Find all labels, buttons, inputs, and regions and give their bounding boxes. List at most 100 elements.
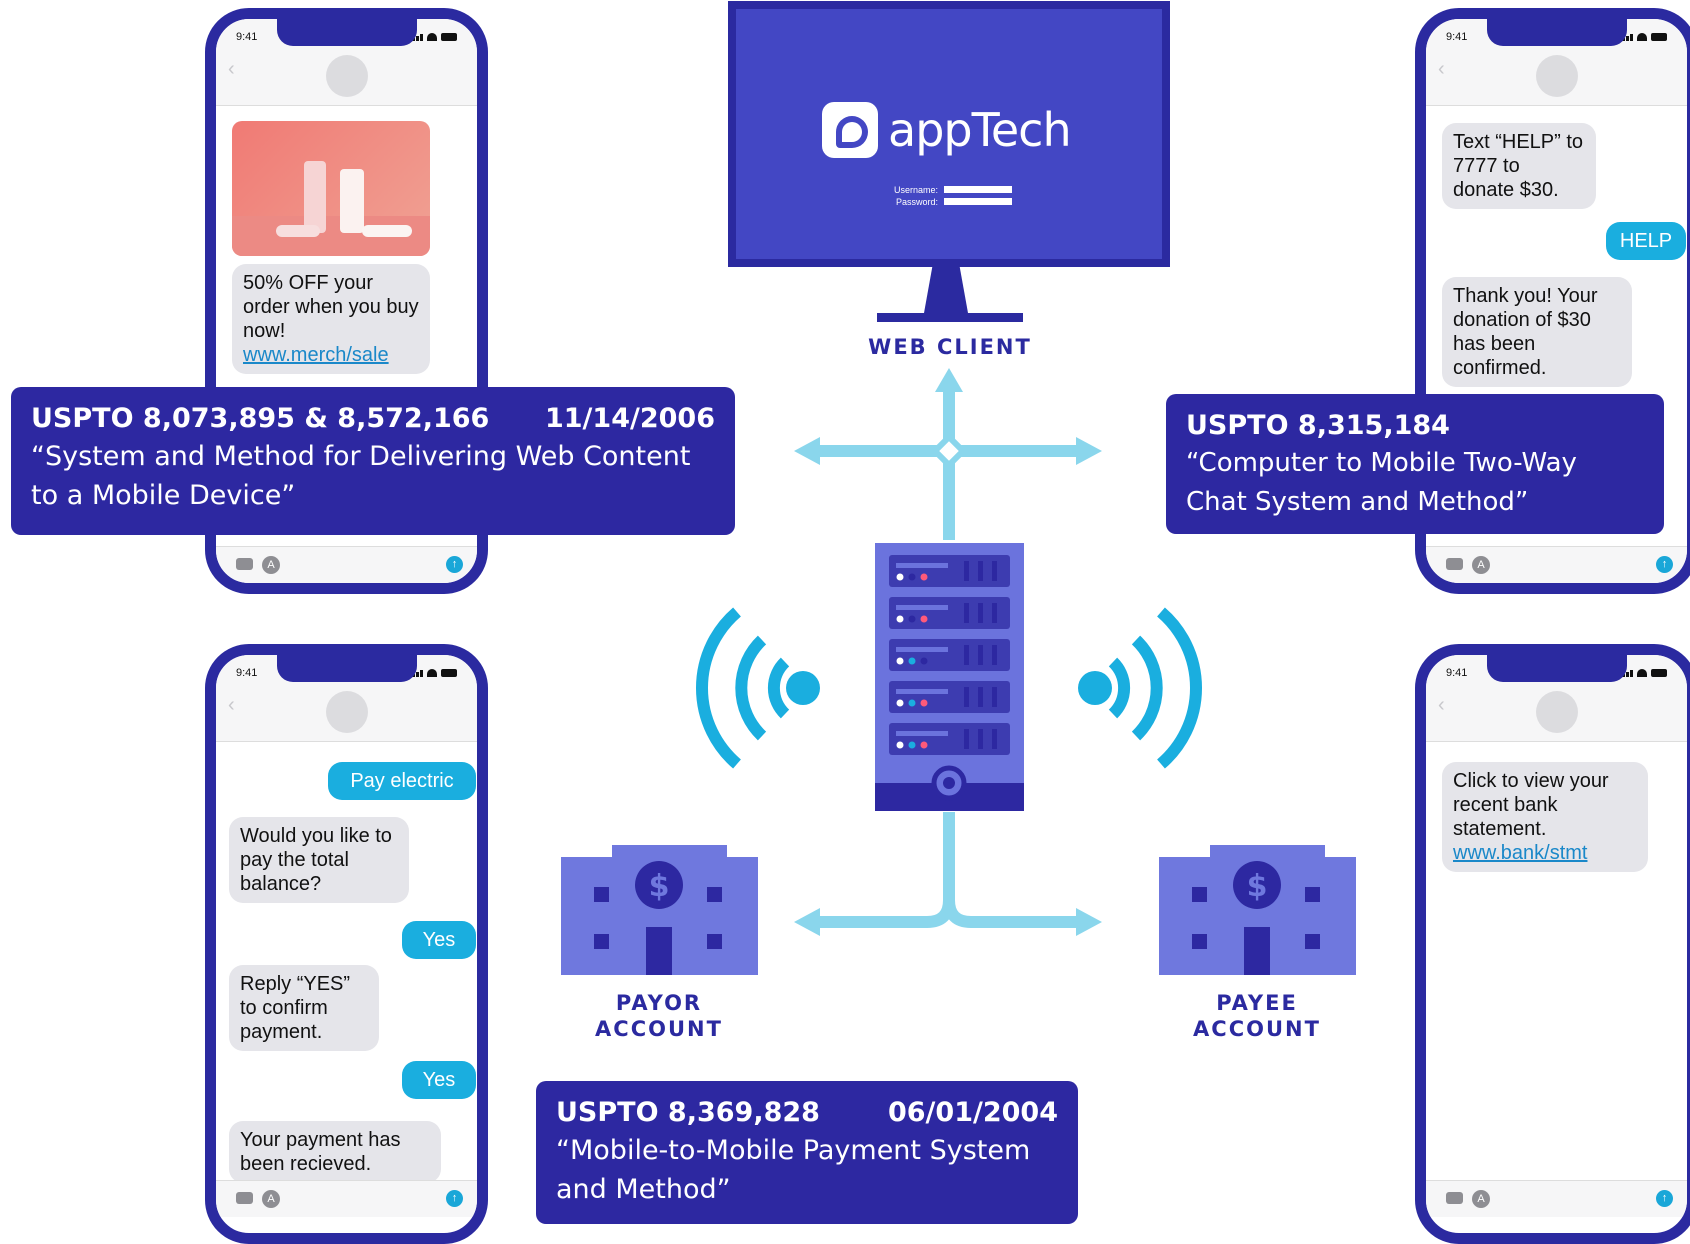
patent-number: USPTO 8,315,184 bbox=[1186, 410, 1450, 441]
product-image bbox=[232, 121, 430, 256]
status-icons bbox=[1622, 33, 1667, 41]
patent-box-chat: USPTO 8,315,184 “Computer to Mobile Two-… bbox=[1166, 394, 1664, 534]
send-arrow-icon[interactable]: ↑ bbox=[1656, 556, 1673, 573]
password-label: Password: bbox=[895, 197, 938, 207]
app-store-icon[interactable]: A bbox=[262, 556, 280, 574]
patent-title: “Mobile-to-Mobile Payment System and Met… bbox=[556, 1135, 1031, 1205]
server-unit-bar bbox=[896, 563, 948, 568]
server-led bbox=[920, 615, 928, 623]
server-led bbox=[896, 615, 904, 623]
back-chevron-icon[interactable]: ‹ bbox=[228, 695, 235, 715]
server-led bbox=[908, 657, 916, 665]
server-vent bbox=[964, 561, 969, 581]
status-icons bbox=[412, 33, 457, 41]
server-vent bbox=[992, 561, 997, 581]
back-chevron-icon[interactable]: ‹ bbox=[1438, 695, 1445, 715]
monitor-icon bbox=[728, 1, 1170, 322]
server-vent bbox=[964, 729, 969, 749]
back-chevron-icon[interactable]: ‹ bbox=[1438, 59, 1445, 79]
server-vent bbox=[992, 603, 997, 623]
merch-sale-link[interactable]: www.merch/sale bbox=[243, 344, 389, 366]
payee-account-label: PAYEE ACCOUNT bbox=[1157, 990, 1357, 1042]
server-unit bbox=[889, 597, 1010, 629]
patent-number: USPTO 8,073,895 & 8,572,166 bbox=[31, 403, 490, 434]
server-unit bbox=[889, 681, 1010, 713]
payee-dollar-sign: $ bbox=[1247, 869, 1268, 904]
server-unit-bar bbox=[896, 647, 948, 652]
promo-message-bubble: 50% OFF your order when you buy now! www… bbox=[232, 264, 430, 374]
password-field[interactable] bbox=[944, 198, 1012, 205]
contact-avatar bbox=[1535, 691, 1578, 733]
payor-account-label: PAYOR ACCOUNT bbox=[559, 990, 759, 1042]
server-vent bbox=[964, 687, 969, 707]
phone-notch bbox=[1486, 19, 1627, 46]
help-reply-bubble: HELP bbox=[1606, 222, 1686, 260]
message-compose-bar: A ↑ bbox=[216, 1180, 477, 1217]
pay-electric-bubble: Pay electric bbox=[328, 762, 476, 800]
server-led bbox=[920, 657, 928, 665]
server-unit-bar bbox=[896, 605, 948, 610]
app-store-icon[interactable]: A bbox=[1472, 556, 1490, 574]
payee-label-line1: PAYEE bbox=[1216, 991, 1298, 1015]
payee-label-line2: ACCOUNT bbox=[1193, 1017, 1321, 1041]
patent-box-web-content: USPTO 8,073,895 & 8,572,166 11/14/2006 “… bbox=[11, 387, 735, 535]
server-led bbox=[896, 699, 904, 707]
status-time: 9:41 bbox=[1446, 31, 1468, 43]
server-led bbox=[908, 699, 916, 707]
server-icon bbox=[875, 543, 1024, 811]
apptech-logo-icon bbox=[822, 102, 878, 158]
camera-icon[interactable] bbox=[1446, 1192, 1463, 1204]
wifi-signal-left-icon bbox=[696, 607, 820, 769]
payment-received-bubble: Your payment has been recieved. bbox=[229, 1121, 441, 1183]
bank-statement-bubble: Click to view your recent bank statement… bbox=[1442, 762, 1648, 872]
server-unit bbox=[889, 723, 1010, 755]
patent-box-payment: USPTO 8,369,828 06/01/2004 “Mobile-to-Mo… bbox=[536, 1081, 1078, 1224]
phone-notch bbox=[1486, 655, 1627, 682]
web-client-label: WEB CLIENT bbox=[868, 335, 1032, 359]
bank-statement-text: Click to view your recent bank statement… bbox=[1453, 770, 1609, 840]
server-led bbox=[896, 657, 904, 665]
send-arrow-icon[interactable]: ↑ bbox=[446, 556, 463, 573]
contact-avatar bbox=[325, 55, 368, 97]
payor-label-line2: ACCOUNT bbox=[595, 1017, 723, 1041]
phone-payment: 9:41 ‹ Pay electric Would you like to pa… bbox=[205, 644, 488, 1244]
total-balance-question-bubble: Would you like to pay the total balance? bbox=[229, 817, 409, 903]
server-led bbox=[908, 573, 916, 581]
username-field[interactable] bbox=[944, 186, 1012, 193]
username-label: Username: bbox=[893, 185, 938, 195]
apptech-logo: appTech bbox=[822, 100, 1082, 160]
message-compose-bar: A ↑ bbox=[216, 546, 477, 583]
phone-notch bbox=[276, 655, 417, 682]
yes-reply-bubble-1: Yes bbox=[402, 921, 476, 959]
server-led bbox=[920, 573, 928, 581]
server-vent bbox=[992, 687, 997, 707]
payor-bank-building-icon bbox=[561, 845, 758, 975]
server-vent bbox=[964, 645, 969, 665]
server-vent bbox=[978, 687, 983, 707]
status-icons bbox=[1622, 669, 1667, 677]
server-vent bbox=[992, 729, 997, 749]
bank-statement-link[interactable]: www.bank/stmt bbox=[1453, 842, 1587, 864]
status-time: 9:41 bbox=[236, 667, 258, 679]
confirm-payment-bubble: Reply “YES” to confirm payment. bbox=[229, 965, 379, 1051]
server-led bbox=[896, 741, 904, 749]
app-store-icon[interactable]: A bbox=[262, 1190, 280, 1208]
wifi-signal-right-icon bbox=[1078, 607, 1202, 769]
patent-date: 06/01/2004 bbox=[887, 1097, 1058, 1128]
back-chevron-icon[interactable]: ‹ bbox=[228, 59, 235, 79]
server-led bbox=[908, 741, 916, 749]
camera-icon[interactable] bbox=[236, 1192, 253, 1204]
send-arrow-icon[interactable]: ↑ bbox=[446, 1190, 463, 1207]
camera-icon[interactable] bbox=[236, 558, 253, 570]
send-arrow-icon[interactable]: ↑ bbox=[1656, 1190, 1673, 1207]
patent-date: 11/14/2006 bbox=[544, 403, 715, 434]
patent-number: USPTO 8,369,828 bbox=[556, 1097, 820, 1128]
phone-bank-statement: 9:41 ‹ Click to view your recent bank st… bbox=[1415, 644, 1690, 1244]
server-unit bbox=[889, 555, 1010, 587]
camera-icon[interactable] bbox=[1446, 558, 1463, 570]
app-store-icon[interactable]: A bbox=[1472, 1190, 1490, 1208]
server-units bbox=[889, 555, 1010, 755]
contact-avatar bbox=[1535, 55, 1578, 97]
server-led bbox=[920, 741, 928, 749]
promo-message-text: 50% OFF your order when you buy now! bbox=[243, 272, 419, 342]
